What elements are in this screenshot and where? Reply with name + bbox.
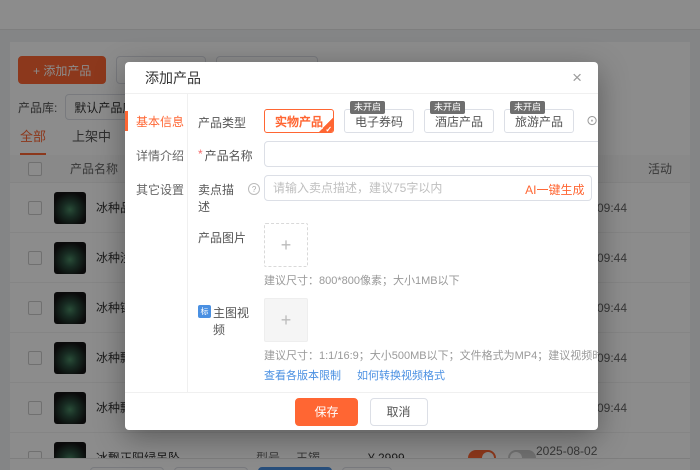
- not-enabled-badge: 未开启: [350, 101, 386, 114]
- required-mark: *: [198, 147, 203, 161]
- not-enabled-badge: 未开启: [510, 101, 546, 114]
- product-image-label: 产品图片: [198, 231, 247, 245]
- product-form: 产品类型 实物产品 ✓ 未开启 电子券码 未开启 酒店产品 未开启 旅游产品 ⊙ * 产品名称…: [188, 94, 598, 392]
- product-type-option: 未开启 酒店产品: [424, 101, 495, 133]
- modal-side-tab[interactable]: 详情介绍: [125, 138, 187, 172]
- version-limits-link[interactable]: 查看各版本限制: [264, 367, 341, 383]
- info-icon[interactable]: ⊙: [586, 112, 598, 133]
- modal-body: 基本信息 详情介绍 其它设置 产品类型 实物产品 ✓ 未开启 电子券码 未开启 酒店产品 未开启…: [125, 94, 598, 392]
- product-type-row: 产品类型 实物产品 ✓ 未开启 电子券码 未开启 酒店产品 未开启 旅游产品 ⊙: [198, 101, 598, 133]
- version-badge-icon: 标: [198, 305, 211, 318]
- product-image-row: 产品图片 + 建议尺寸：800*800像素；大小1MB以下: [198, 223, 598, 288]
- product-type-button[interactable]: 实物产品 ✓: [264, 109, 335, 133]
- selling-point-label: 卖点描述: [198, 183, 235, 214]
- video-upload-box[interactable]: +: [264, 298, 308, 342]
- product-type-options: 实物产品 ✓ 未开启 电子券码 未开启 酒店产品 未开启 旅游产品: [264, 101, 584, 133]
- add-product-modal: 添加产品 × 基本信息 详情介绍 其它设置 产品类型 实物产品 ✓ 未开启 电子券码 未开启…: [125, 62, 598, 430]
- close-icon[interactable]: ×: [572, 69, 582, 86]
- product-name-row: * 产品名称: [198, 141, 598, 167]
- main-video-label: 主图视频: [213, 306, 250, 337]
- modal-side-tabs: 基本信息 详情介绍 其它设置: [125, 94, 188, 392]
- question-icon[interactable]: ?: [248, 183, 260, 195]
- modal-side-tab[interactable]: 其它设置: [125, 172, 187, 206]
- selling-point-row: 卖点描述 ? AI一键生成 【查看示例】: [198, 175, 598, 215]
- product-name-label: 产品名称: [204, 149, 253, 163]
- product-type-option: 未开启 旅游产品: [504, 101, 575, 133]
- product-type-option: 未开启 电子券码: [344, 101, 415, 133]
- modal-footer: 保存 取消: [125, 392, 598, 430]
- modal-side-tab[interactable]: 基本信息: [125, 104, 187, 138]
- product-type-label: 产品类型: [198, 116, 247, 130]
- save-button[interactable]: 保存: [295, 397, 358, 426]
- image-upload-box[interactable]: +: [264, 223, 308, 267]
- cancel-button[interactable]: 取消: [369, 397, 428, 426]
- image-hint: 建议尺寸：800*800像素；大小1MB以下: [264, 275, 460, 287]
- video-hint: 建议尺寸：1:1/16:9；大小500MB以下；文件格式为MP4；建议视频时长在…: [264, 350, 598, 362]
- modal-header: 添加产品 ×: [125, 62, 598, 94]
- plus-icon: +: [280, 309, 292, 330]
- ai-generate-button[interactable]: AI一键生成: [525, 181, 584, 198]
- not-enabled-badge: 未开启: [430, 101, 466, 114]
- product-name-input[interactable]: [264, 141, 598, 167]
- plus-icon: +: [280, 234, 292, 255]
- screen: + 添加产品 从本地导入 从商品库导入 产品库: 默认产品库 ▼ 产品名称 全部…: [0, 0, 700, 470]
- main-video-row: 标 主图视频 + 建议尺寸：1:1/16:9；大小500MB以下；文件格式为MP…: [198, 298, 598, 383]
- convert-video-link[interactable]: 如何转换视频格式: [357, 367, 445, 383]
- check-mark: ✓: [325, 125, 333, 133]
- product-type-option: 实物产品 ✓: [264, 102, 335, 133]
- modal-title: 添加产品: [145, 69, 201, 86]
- selected-check-icon: ✓: [319, 118, 334, 133]
